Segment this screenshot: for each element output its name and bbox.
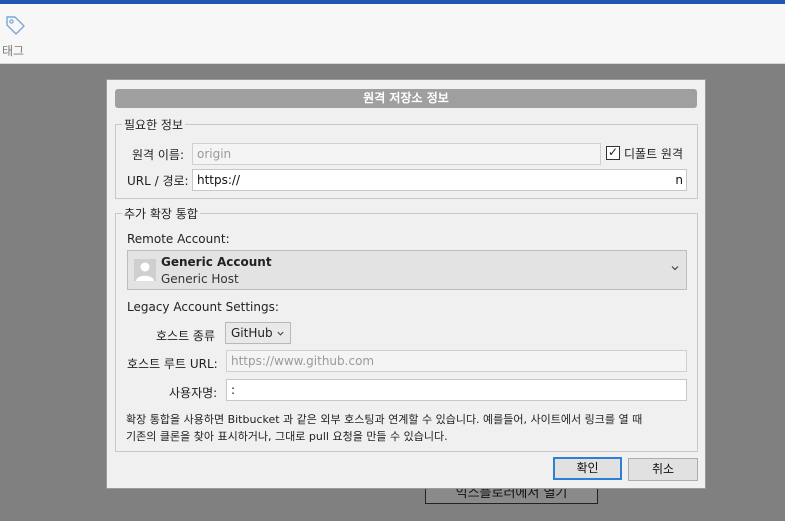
url-label: URL / 경로: — [127, 174, 189, 188]
host-type-label: 호스트 종류 — [156, 329, 216, 343]
chevron-down-icon — [671, 266, 679, 271]
remote-name-input[interactable]: origin — [192, 143, 601, 165]
username-label: 사용자명: — [169, 386, 218, 400]
host-type-value: GitHub — [231, 326, 273, 340]
account-host: Generic Host — [161, 272, 239, 286]
remote-account-dropdown[interactable]: Generic Account Generic Host — [127, 250, 687, 290]
host-root-url-placeholder: https://www.github.com — [231, 354, 375, 368]
help-line-1: 확장 통합을 사용하면 Bitbucket 과 같은 외부 호스팅과 연계할 수… — [126, 413, 643, 426]
account-avatar-icon — [134, 259, 156, 281]
integration-help-text: 확장 통합을 사용하면 Bitbucket 과 같은 외부 호스팅과 연계할 수… — [126, 411, 691, 445]
remote-repository-dialog: 원격 저장소 정보 필요한 정보 원격 이름: origin ✓ 디폴트 원격 … — [106, 79, 706, 489]
extension-integration-legend: 추가 확장 통합 — [122, 205, 200, 222]
url-value-start: https:// — [197, 173, 241, 187]
url-value-end: n — [675, 173, 683, 187]
url-input[interactable]: https:// n — [192, 169, 687, 191]
remote-name-label: 원격 이름: — [132, 148, 185, 162]
required-info-legend: 필요한 정보 — [122, 116, 186, 133]
host-root-url-input[interactable]: https://www.github.com — [226, 350, 687, 372]
dialog-title: 원격 저장소 정보 — [115, 89, 697, 108]
tag-toolbar-button[interactable]: 태그 — [0, 12, 34, 60]
tag-toolbar-label: 태그 — [2, 44, 25, 58]
cancel-button[interactable]: 취소 — [628, 458, 698, 481]
help-line-2: 기존의 클론을 찾아 표시하거나, 그대로 pull 요청을 만들 수 있습니다… — [126, 430, 448, 443]
host-type-select[interactable]: GitHub — [225, 322, 291, 344]
host-root-url-label: 호스트 루트 URL: — [127, 357, 218, 371]
extension-integration-group: 추가 확장 통합 Remote Account: Generic Account… — [115, 205, 698, 452]
username-input[interactable]: : — [226, 379, 687, 401]
default-remote-checkbox[interactable]: ✓ — [606, 145, 620, 160]
username-value: : — [231, 383, 236, 397]
account-name: Generic Account — [161, 255, 272, 269]
remote-account-label: Remote Account: — [127, 232, 230, 246]
remote-name-placeholder: origin — [197, 147, 232, 161]
ok-button[interactable]: 확인 — [553, 457, 622, 480]
required-info-group: 필요한 정보 원격 이름: origin ✓ 디폴트 원격 URL / 경로: … — [115, 116, 698, 199]
chevron-down-icon — [277, 331, 284, 336]
default-remote-label: 디폴트 원격 — [624, 147, 684, 161]
legacy-settings-label: Legacy Account Settings: — [127, 300, 279, 314]
checkmark-icon: ✓ — [608, 145, 619, 159]
tag-icon — [6, 16, 25, 35]
main-toolbar: 태그 — [0, 4, 785, 64]
